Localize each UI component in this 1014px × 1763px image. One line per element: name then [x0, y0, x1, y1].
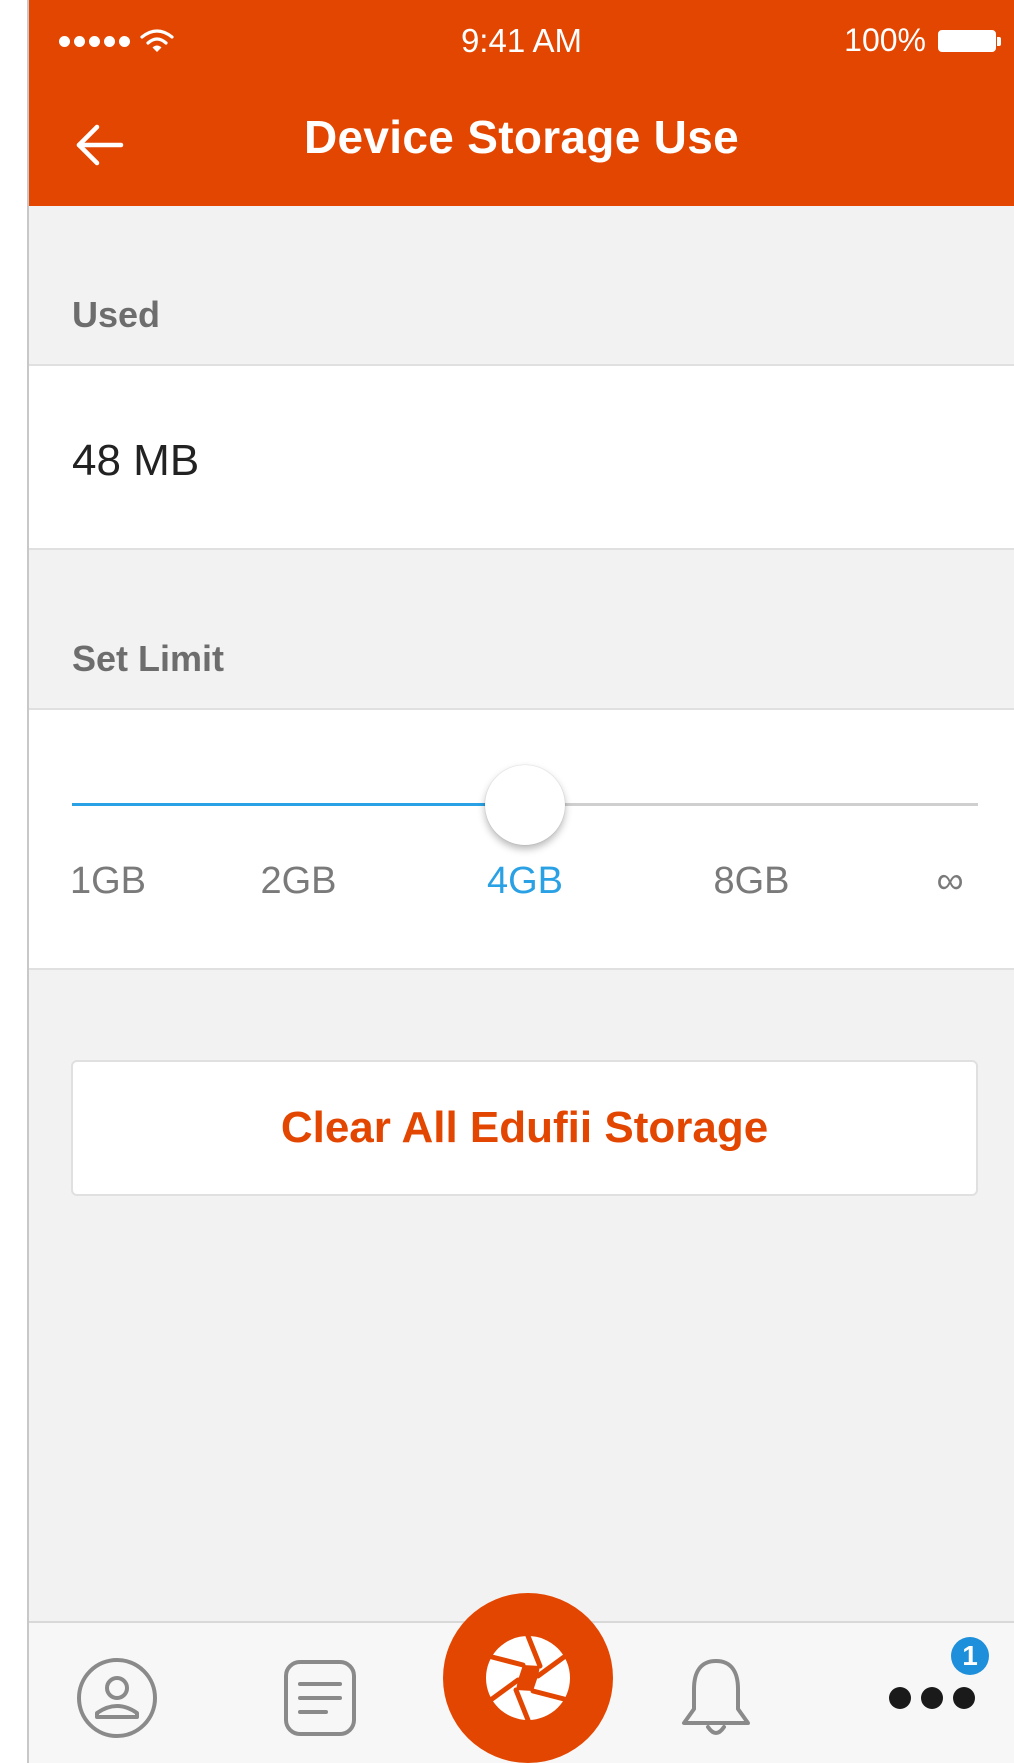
- header-bar: 9:41 AM 100% Device Storage Use: [29, 0, 1014, 206]
- storage-limit-slider[interactable]: [72, 764, 978, 845]
- feed-icon: [284, 1660, 356, 1736]
- tab-profile[interactable]: [72, 1653, 162, 1743]
- slider-thumb[interactable]: [485, 764, 565, 845]
- limit-section-label: Set Limit: [72, 638, 225, 679]
- tab-more[interactable]: 1: [877, 1637, 989, 1743]
- tab-notifications[interactable]: [671, 1653, 761, 1743]
- slider-tick-5[interactable]: ∞: [936, 860, 963, 903]
- slider-tick-labels: 1GB 2GB 4GB 8GB ∞: [29, 860, 1014, 906]
- notification-badge: 1: [951, 1637, 989, 1675]
- slider-fill: [72, 803, 525, 806]
- camera-shutter-icon: [486, 1633, 570, 1723]
- slider-tick-4[interactable]: 8GB: [713, 860, 789, 903]
- slider-tick-3[interactable]: 4GB: [487, 860, 563, 903]
- more-dots-icon: [889, 1687, 975, 1709]
- profile-icon: [77, 1658, 157, 1738]
- battery-percent: 100%: [844, 22, 926, 58]
- app-screen: 9:41 AM 100% Device Storage Use Used 48 …: [27, 0, 1014, 1763]
- slider-tick-2[interactable]: 2GB: [260, 860, 336, 903]
- used-storage-value: 48 MB: [72, 436, 200, 485]
- clear-storage-button[interactable]: Clear All Edufii Storage: [71, 1060, 978, 1196]
- used-panel: 48 MB: [29, 364, 1014, 550]
- tab-feed[interactable]: [275, 1653, 365, 1743]
- battery-icon: [938, 29, 1001, 52]
- slider-tick-1[interactable]: 1GB: [70, 860, 146, 903]
- used-section-label: Used: [72, 294, 161, 335]
- tab-camera[interactable]: [443, 1593, 613, 1763]
- tab-bar: 1: [29, 1593, 1014, 1763]
- limit-panel: 1GB 2GB 4GB 8GB ∞: [29, 708, 1014, 970]
- page-title: Device Storage Use: [304, 111, 739, 163]
- notifications-bell-icon: [682, 1659, 750, 1735]
- battery-indicator: 100%: [844, 22, 1001, 59]
